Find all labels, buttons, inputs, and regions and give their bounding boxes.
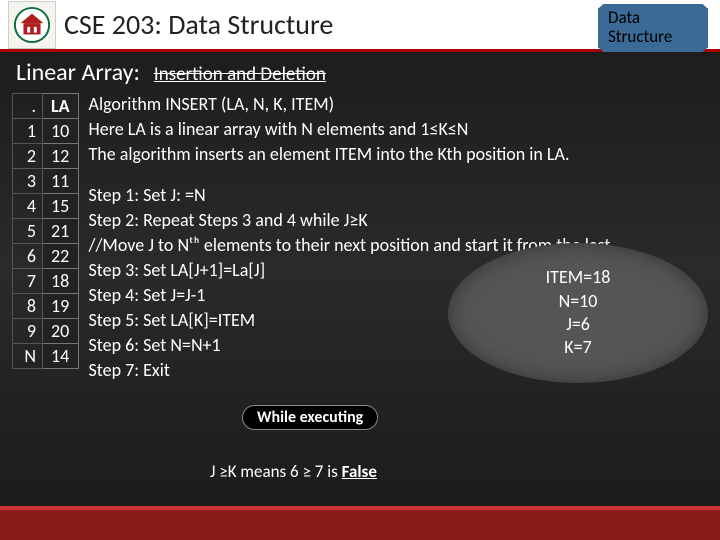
table-row: 415 [13, 194, 79, 219]
topic-badge: Data Structure [598, 4, 708, 52]
state-bubble: ITEM=18 N=10 J=6 K=7 [448, 243, 708, 383]
table-header-blank: . [13, 94, 43, 119]
footnote-val: False [342, 461, 377, 482]
state-k: K=7 [564, 336, 591, 359]
subhead-label: Linear Array: [16, 58, 140, 87]
table-row: 110 [13, 119, 79, 144]
table-row: 718 [13, 269, 79, 294]
array-table: . LA 110 212 311 415 521 622 718 819 920… [12, 93, 79, 384]
header-bar: CSE 203: Data Structure Data Structure [0, 0, 720, 52]
state-j: J=6 [566, 313, 590, 336]
footnote: J ≥K means 6 ≥ 7 is False [210, 461, 377, 482]
badge-line2: Structure [608, 28, 698, 47]
subheading: Linear Array: Insertion and Deletion [0, 52, 720, 89]
algo-desc2: The algorithm inserts an element ITEM in… [89, 143, 708, 166]
table-row: 311 [13, 169, 79, 194]
state-item: ITEM=18 [546, 266, 611, 289]
table-row: 819 [13, 294, 79, 319]
table-header-la: LA [43, 94, 79, 119]
footnote-pre: J ≥K means 6 ≥ 7 is [210, 461, 342, 482]
bottom-bar [0, 506, 720, 540]
algo-step1: Step 1: Set J: =N [89, 184, 708, 207]
algo-step2: Step 2: Repeat Steps 3 and 4 while J≥K [89, 209, 708, 232]
algorithm-text: Algorithm INSERT (LA, N, K, ITEM) Here L… [89, 93, 708, 384]
subhead-topic: Insertion and Deletion [154, 63, 326, 86]
table-row: 920 [13, 319, 79, 344]
state-n: N=10 [559, 290, 598, 313]
table-row: 212 [13, 144, 79, 169]
algo-desc1: Here LA is a linear array with N element… [89, 118, 708, 141]
algo-header: Algorithm INSERT (LA, N, K, ITEM) [89, 93, 708, 116]
table-row: N14 [13, 344, 79, 369]
table-row: 622 [13, 244, 79, 269]
table-row: 521 [13, 219, 79, 244]
university-logo [8, 1, 56, 49]
while-executing-label: While executing [242, 405, 378, 430]
